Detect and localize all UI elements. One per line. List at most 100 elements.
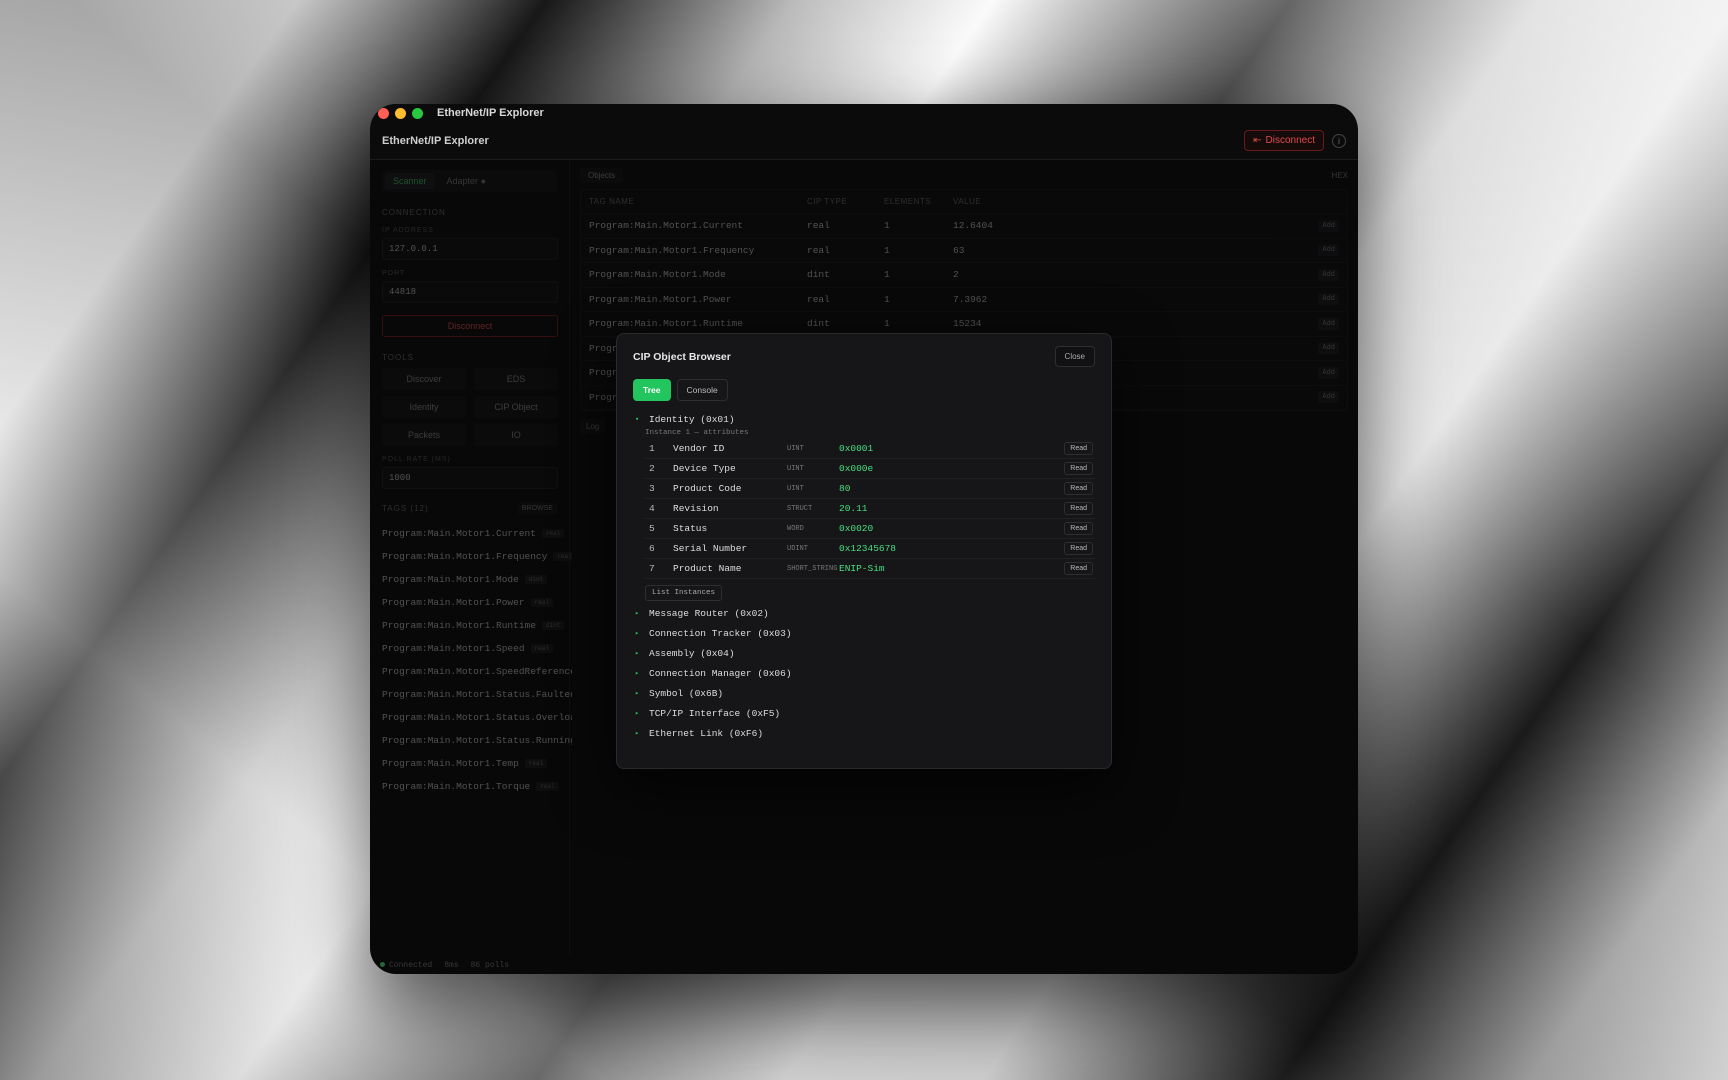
cell-tag-name: Program:Main.Motor1.Power	[589, 293, 732, 305]
cell-elements: 1	[884, 293, 890, 305]
tree-node-assembly[interactable]: ▸ Assembly (0x04)	[633, 643, 1095, 663]
app-header: EtherNet/IP Explorer ⇤ Disconnect i	[370, 122, 1358, 160]
read-button[interactable]: Read	[1064, 462, 1093, 475]
list-instances-button[interactable]: List Instances	[645, 585, 723, 601]
tag-list-item[interactable]: Program:Main.Motor1.Frequency real	[382, 545, 572, 568]
tag-name: Program:Main.Motor1.Frequency	[382, 551, 548, 562]
latency-readout: 8ms	[444, 960, 459, 970]
tag-list-item[interactable]: Program:Main.Motor1.Status.Faulted	[382, 683, 572, 706]
zoom-window-button[interactable]	[412, 107, 423, 119]
tag-list-item[interactable]: Program:Main.Motor1.Current real	[382, 522, 572, 545]
tag-list-item[interactable]: Program:Main.Motor1.Runtime dint	[382, 614, 572, 637]
tag-list-item[interactable]: Program:Main.Motor1.Torque real	[382, 775, 572, 798]
add-button[interactable]: Add	[1318, 366, 1339, 379]
column-header: TAG NAME	[589, 197, 635, 206]
table-row[interactable]: Program:Main.Motor1.Current real 1 12.6404 A…	[581, 214, 1347, 239]
dialog-close-button[interactable]: Close	[1054, 346, 1095, 367]
tools-heading: TOOLS	[382, 353, 414, 362]
info-icon[interactable]: i	[1332, 133, 1346, 148]
close-window-button[interactable]	[378, 107, 389, 119]
tag-list-item[interactable]: Program:Main.Motor1.Power real	[382, 591, 572, 614]
read-button[interactable]: Read	[1064, 522, 1093, 535]
tool-io-button[interactable]: IO	[474, 424, 558, 446]
tab-scanner[interactable]: Scanner	[385, 173, 435, 189]
tool-identity-button[interactable]: Identity	[382, 396, 466, 418]
tab-adapter[interactable]: Adapter ●	[439, 173, 494, 189]
add-button[interactable]: Add	[1318, 391, 1339, 404]
tree-node-connection-tracker[interactable]: ▸ Connection Tracker (0x03)	[633, 623, 1095, 643]
attr-number: 3	[649, 483, 655, 494]
add-button[interactable]: Add	[1318, 317, 1339, 330]
tag-name: Program:Main.Motor1.Status.Overload	[382, 712, 572, 723]
header-disconnect-button[interactable]: ⇤ Disconnect	[1244, 130, 1324, 151]
tag-list-item[interactable]: Program:Main.Motor1.SpeedReference	[382, 660, 572, 683]
tool-cip-object-button[interactable]: CIP Object	[474, 396, 558, 418]
tree-node-label: Identity (0x01)	[649, 413, 735, 425]
attr-number: 4	[649, 503, 655, 514]
attr-name: Device Type	[673, 463, 736, 474]
cell-value: 2	[953, 269, 959, 281]
chevron-right-icon: ▸	[635, 649, 640, 658]
add-button[interactable]: Add	[1318, 219, 1339, 232]
add-button[interactable]: Add	[1318, 268, 1339, 281]
tag-list-item[interactable]: Program:Main.Motor1.Speed real	[382, 637, 572, 660]
header-actions: ⇤ Disconnect i	[1244, 130, 1346, 151]
log-button[interactable]: Log	[580, 419, 606, 434]
instance-label: Instance 1 — attributes	[645, 429, 749, 437]
tree-node-tcpip-interface[interactable]: ▸ TCP/IP Interface (0xF5)	[633, 703, 1095, 723]
chevron-right-icon: ▸	[635, 669, 640, 678]
cell-elements: 1	[884, 244, 890, 256]
table-row[interactable]: Program:Main.Motor1.Mode dint 1 2 Add	[581, 263, 1347, 288]
read-button[interactable]: Read	[1064, 502, 1093, 515]
hex-toggle[interactable]: HEX	[1332, 171, 1348, 180]
connection-status-label: Connected	[389, 960, 433, 970]
tree-node-label: Ethernet Link (0xF6)	[649, 727, 764, 739]
tool-eds-button[interactable]: EDS	[474, 368, 558, 390]
tag-list-item[interactable]: Program:Main.Motor1.Temp real	[382, 752, 572, 775]
tool-discover-button[interactable]: Discover	[382, 368, 466, 390]
tab-tree[interactable]: Tree	[633, 379, 671, 401]
attr-value: ENIP-Sim	[839, 563, 885, 574]
tree-node-ethernet-link[interactable]: ▸ Ethernet Link (0xF6)	[633, 723, 1095, 743]
tools-grid: Discover EDS Identity CIP Object Packets…	[382, 368, 558, 446]
attr-name: Product Name	[673, 563, 742, 574]
attr-value: 20.11	[839, 503, 868, 514]
cell-cip-type: real	[807, 244, 830, 256]
tag-type-badge: real	[541, 529, 565, 538]
ip-address-input[interactable]: 127.0.0.1	[382, 238, 558, 260]
cell-tag-name: Program:Main.Motor1.Current	[589, 220, 743, 232]
add-button[interactable]: Add	[1318, 244, 1339, 257]
attr-name: Vendor ID	[673, 443, 725, 454]
attr-number: 5	[649, 523, 655, 534]
table-row[interactable]: Program:Main.Motor1.Frequency real 1 63 Add	[581, 239, 1347, 263]
tree-node-connection-manager[interactable]: ▸ Connection Manager (0x06)	[633, 663, 1095, 683]
tool-packets-button[interactable]: Packets	[382, 424, 466, 446]
attr-type: UINT	[787, 464, 804, 473]
minimize-window-button[interactable]	[395, 107, 406, 119]
tag-list-item[interactable]: Program:Main.Motor1.Mode dint	[382, 568, 572, 591]
attribute-row: 7 Product Name SHORT_STRING ENIP-Sim Read	[645, 559, 1095, 579]
ip-address-label: IP ADDRESS	[382, 227, 434, 234]
read-button[interactable]: Read	[1064, 562, 1093, 575]
chevron-right-icon: ▸	[635, 709, 640, 718]
poll-rate-input[interactable]: 1000	[382, 467, 558, 489]
attr-value: 0x0020	[839, 523, 874, 534]
window-title: EtherNet/IP Explorer	[437, 107, 544, 119]
add-button[interactable]: Add	[1318, 293, 1339, 306]
tab-objects[interactable]: Objects	[580, 168, 624, 183]
tree-node-symbol[interactable]: ▸ Symbol (0x6B)	[633, 683, 1095, 703]
tag-list-item[interactable]: Program:Main.Motor1.Status.Running	[382, 729, 572, 752]
browse-button[interactable]: BROWSE	[516, 503, 558, 514]
tree-node-identity[interactable]: ▾ Identity (0x01)	[633, 409, 1095, 429]
sidebar-disconnect-button[interactable]: Disconnect	[382, 315, 558, 337]
read-button[interactable]: Read	[1064, 482, 1093, 495]
table-row[interactable]: Program:Main.Motor1.Power real 1 7.3962 Add	[581, 288, 1347, 312]
add-button[interactable]: Add	[1318, 342, 1339, 355]
port-input[interactable]: 44818	[382, 281, 558, 303]
tag-list-item[interactable]: Program:Main.Motor1.Status.Overload	[382, 706, 572, 729]
read-button[interactable]: Read	[1064, 442, 1093, 455]
tab-console[interactable]: Console	[676, 379, 728, 401]
cell-cip-type: dint	[807, 318, 830, 330]
read-button[interactable]: Read	[1064, 542, 1093, 555]
tree-node-message-router[interactable]: ▸ Message Router (0x02)	[633, 603, 1095, 623]
